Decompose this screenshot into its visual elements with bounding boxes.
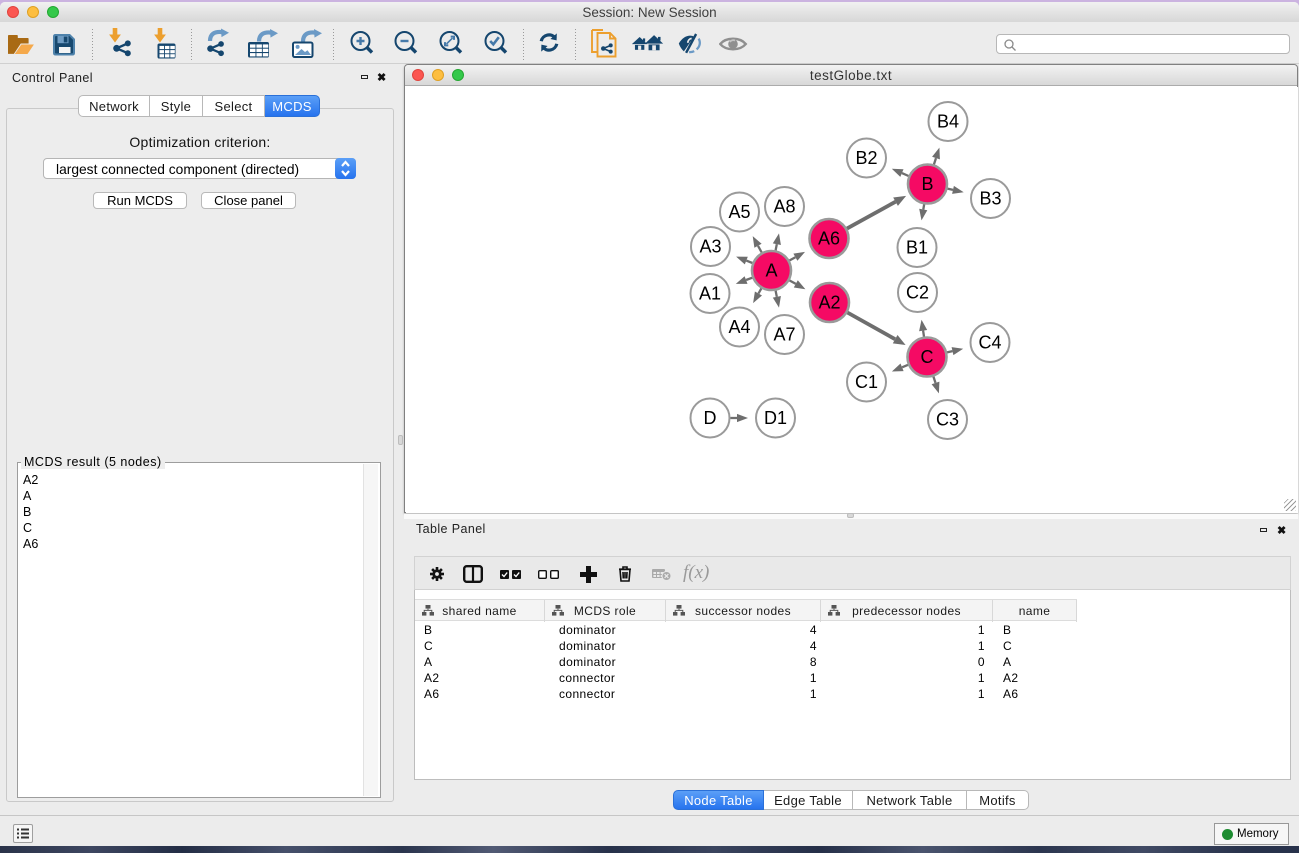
svg-text:A3: A3 xyxy=(699,237,721,257)
svg-text:C: C xyxy=(920,347,933,367)
svg-text:A4: A4 xyxy=(728,317,750,337)
svg-text:B3: B3 xyxy=(979,189,1001,209)
svg-text:B: B xyxy=(921,174,933,194)
svg-text:A8: A8 xyxy=(773,197,795,217)
svg-text:C2: C2 xyxy=(905,283,928,303)
svg-text:B4: B4 xyxy=(936,112,958,132)
svg-text:C1: C1 xyxy=(854,372,877,392)
svg-text:C4: C4 xyxy=(978,333,1001,353)
svg-text:A2: A2 xyxy=(818,293,840,313)
svg-text:B1: B1 xyxy=(905,238,927,258)
svg-text:A7: A7 xyxy=(773,325,795,345)
svg-text:A5: A5 xyxy=(728,202,750,222)
svg-text:D1: D1 xyxy=(763,408,786,428)
svg-text:A: A xyxy=(765,261,777,281)
svg-text:A6: A6 xyxy=(817,229,839,249)
svg-text:C3: C3 xyxy=(935,410,958,430)
svg-text:B2: B2 xyxy=(855,148,877,168)
svg-text:D: D xyxy=(703,408,716,428)
svg-text:A1: A1 xyxy=(698,284,720,304)
